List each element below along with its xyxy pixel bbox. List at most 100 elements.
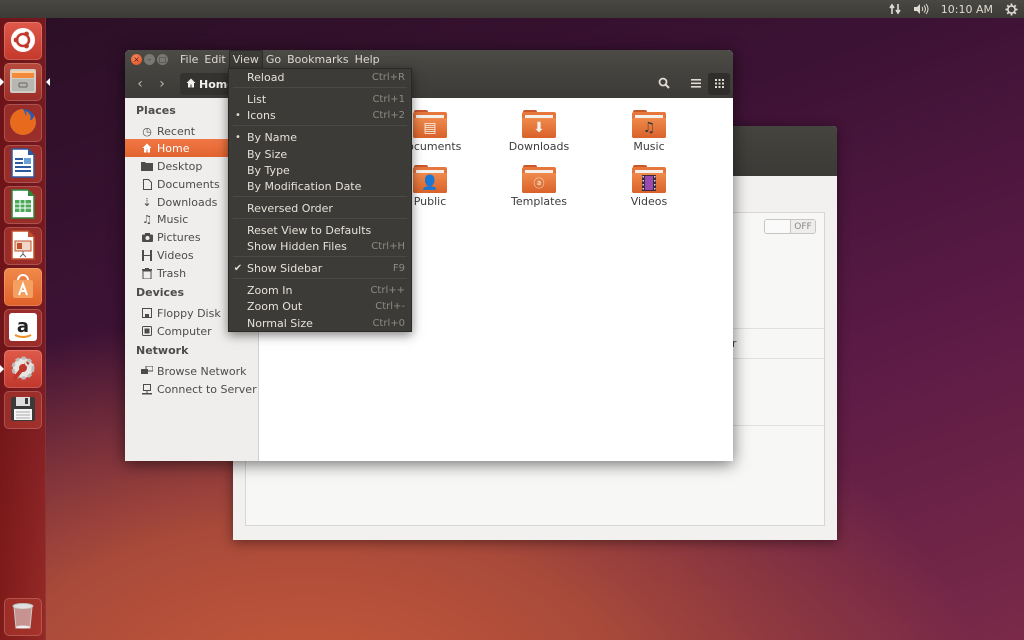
file-name: Videos bbox=[630, 195, 668, 208]
menu-go[interactable]: Go bbox=[263, 50, 284, 70]
menu-item-accel: Ctrl+- bbox=[375, 300, 405, 312]
sidebar-item-label: Music bbox=[157, 212, 189, 226]
file-item-videos[interactable]: Videos bbox=[604, 165, 694, 208]
launcher-item-writer[interactable] bbox=[4, 145, 42, 183]
system-settings-icon bbox=[8, 353, 38, 386]
search-button[interactable] bbox=[653, 73, 675, 95]
chevron-left-icon: ‹ bbox=[137, 76, 143, 92]
folder-documents-icon: ▤ bbox=[413, 110, 447, 138]
sidebar-item-browse-network[interactable]: Browse Network bbox=[125, 362, 259, 380]
server-icon bbox=[141, 383, 153, 395]
window-titlebar[interactable]: × – □ File Edit View Go Bookmarks Help bbox=[125, 50, 733, 70]
menu-item-label: Zoom In bbox=[247, 283, 293, 297]
menu-item-reload[interactable]: Reload Ctrl+R bbox=[229, 69, 411, 85]
menu-item-label: By Name bbox=[247, 130, 298, 144]
launcher-item-calc[interactable] bbox=[4, 186, 42, 224]
menu-item-label: By Type bbox=[247, 163, 290, 177]
clock[interactable]: 10:10 AM bbox=[941, 3, 993, 16]
close-button[interactable]: × bbox=[131, 54, 142, 65]
menu-item-by-size[interactable]: By Size bbox=[229, 146, 411, 162]
launcher-item-floppy[interactable] bbox=[4, 391, 42, 429]
file-name: Public bbox=[413, 195, 447, 208]
software-center-icon bbox=[10, 272, 36, 303]
sidebar-item-label: Home bbox=[157, 141, 190, 155]
menu-item-by-name[interactable]: • By Name bbox=[229, 129, 411, 145]
menu-separator bbox=[233, 196, 407, 197]
view-menu: Reload Ctrl+R List Ctrl+1 • Icons Ctrl+2 • By… bbox=[228, 68, 412, 332]
panel-indicators: 10:10 AM bbox=[889, 0, 1018, 18]
menu-item-accel: Ctrl+R bbox=[371, 71, 405, 83]
menu-bookmarks[interactable]: Bookmarks bbox=[284, 50, 351, 70]
launcher-item-dash[interactable] bbox=[4, 22, 42, 60]
launcher-item-trash[interactable] bbox=[4, 598, 42, 636]
folder-music-icon: ♫ bbox=[632, 110, 666, 138]
menu-edit[interactable]: Edit bbox=[201, 50, 228, 70]
minimize-button[interactable]: – bbox=[144, 54, 155, 65]
desktop-folder-icon bbox=[141, 161, 153, 171]
floppy-icon bbox=[9, 395, 37, 426]
folder-downloads-icon: ⬇ bbox=[522, 110, 556, 138]
menu-separator bbox=[233, 87, 407, 88]
file-item-music[interactable]: ♫ Music bbox=[604, 110, 694, 153]
menu-item-label: Normal Size bbox=[247, 316, 313, 330]
menu-item-accel: Ctrl+1 bbox=[372, 93, 405, 105]
launcher: a bbox=[0, 18, 50, 640]
forward-button[interactable]: › bbox=[151, 73, 173, 95]
menu-item-accel: Ctrl+H bbox=[371, 240, 405, 252]
sidebar-item-label: Floppy Disk bbox=[157, 306, 221, 320]
menu-item-normal-size[interactable]: Normal Size Ctrl+0 bbox=[229, 315, 411, 331]
menu-item-show-sidebar[interactable]: ✔ Show Sidebar F9 bbox=[229, 260, 411, 276]
menu-view[interactable]: View bbox=[228, 50, 263, 70]
network-updown-icon[interactable] bbox=[889, 3, 901, 15]
maximize-button[interactable]: □ bbox=[157, 54, 168, 65]
firefox-icon bbox=[8, 107, 38, 140]
icon-view-button[interactable] bbox=[708, 73, 730, 95]
menu-separator bbox=[233, 218, 407, 219]
menu-file[interactable]: File bbox=[177, 50, 201, 70]
menu-item-by-modification-date[interactable]: By Modification Date bbox=[229, 178, 411, 194]
launcher-item-system-settings[interactable] bbox=[0, 350, 42, 388]
launcher-item-firefox[interactable] bbox=[4, 104, 42, 142]
list-view-button[interactable] bbox=[685, 73, 707, 95]
menu-item-accel: Ctrl++ bbox=[370, 284, 405, 296]
trash-icon bbox=[141, 267, 153, 279]
search-icon bbox=[658, 77, 670, 92]
home-icon bbox=[186, 78, 196, 91]
top-panel: 10:10 AM bbox=[0, 0, 1024, 18]
menu-help[interactable]: Help bbox=[352, 50, 383, 70]
launcher-item-amazon[interactable]: a bbox=[4, 309, 42, 347]
menu-item-icons[interactable]: • Icons Ctrl+2 bbox=[229, 107, 411, 123]
download-icon: ⇣ bbox=[142, 195, 152, 209]
off-switch[interactable]: OFF bbox=[764, 219, 816, 234]
files-window[interactable]: × – □ File Edit View Go Bookmarks Help ‹… bbox=[125, 50, 733, 461]
launcher-item-files[interactable] bbox=[0, 63, 50, 101]
sidebar-heading-network: Network bbox=[136, 344, 189, 357]
menu-item-label: Show Sidebar bbox=[247, 261, 323, 275]
file-item-downloads[interactable]: ⬇ Downloads bbox=[494, 110, 584, 153]
writer-icon bbox=[10, 147, 36, 181]
menu-item-show-hidden-files[interactable]: Show Hidden Files Ctrl+H bbox=[229, 238, 411, 254]
sidebar-item-label: Computer bbox=[157, 324, 212, 338]
launcher-item-software-center[interactable] bbox=[4, 268, 42, 306]
menu-item-accel: Ctrl+0 bbox=[372, 317, 405, 329]
clock-icon: ◷ bbox=[142, 124, 152, 138]
menu-item-reset-view[interactable]: Reset View to Defaults bbox=[229, 222, 411, 238]
music-icon: ♫ bbox=[142, 212, 152, 226]
menu-item-label: Reload bbox=[247, 70, 285, 84]
volume-icon[interactable] bbox=[913, 3, 929, 15]
running-indicator bbox=[0, 365, 4, 373]
menu-item-list[interactable]: List Ctrl+1 bbox=[229, 91, 411, 107]
chevron-right-icon: › bbox=[159, 76, 165, 92]
menu-item-accel: F9 bbox=[392, 262, 405, 274]
menu-item-reversed-order[interactable]: Reversed Order bbox=[229, 200, 411, 216]
menu-item-by-type[interactable]: By Type bbox=[229, 162, 411, 178]
menu-item-zoom-out[interactable]: Zoom Out Ctrl+- bbox=[229, 298, 411, 314]
back-button[interactable]: ‹ bbox=[129, 73, 151, 95]
folder-public-icon: 👤 bbox=[413, 165, 447, 193]
menu-item-zoom-in[interactable]: Zoom In Ctrl++ bbox=[229, 282, 411, 298]
running-indicator bbox=[0, 78, 4, 86]
launcher-item-impress[interactable] bbox=[4, 227, 42, 265]
gear-icon[interactable] bbox=[1005, 3, 1018, 16]
file-item-templates[interactable]: ⓐ Templates bbox=[494, 165, 584, 208]
sidebar-item-connect-to-server[interactable]: Connect to Server bbox=[125, 380, 259, 398]
